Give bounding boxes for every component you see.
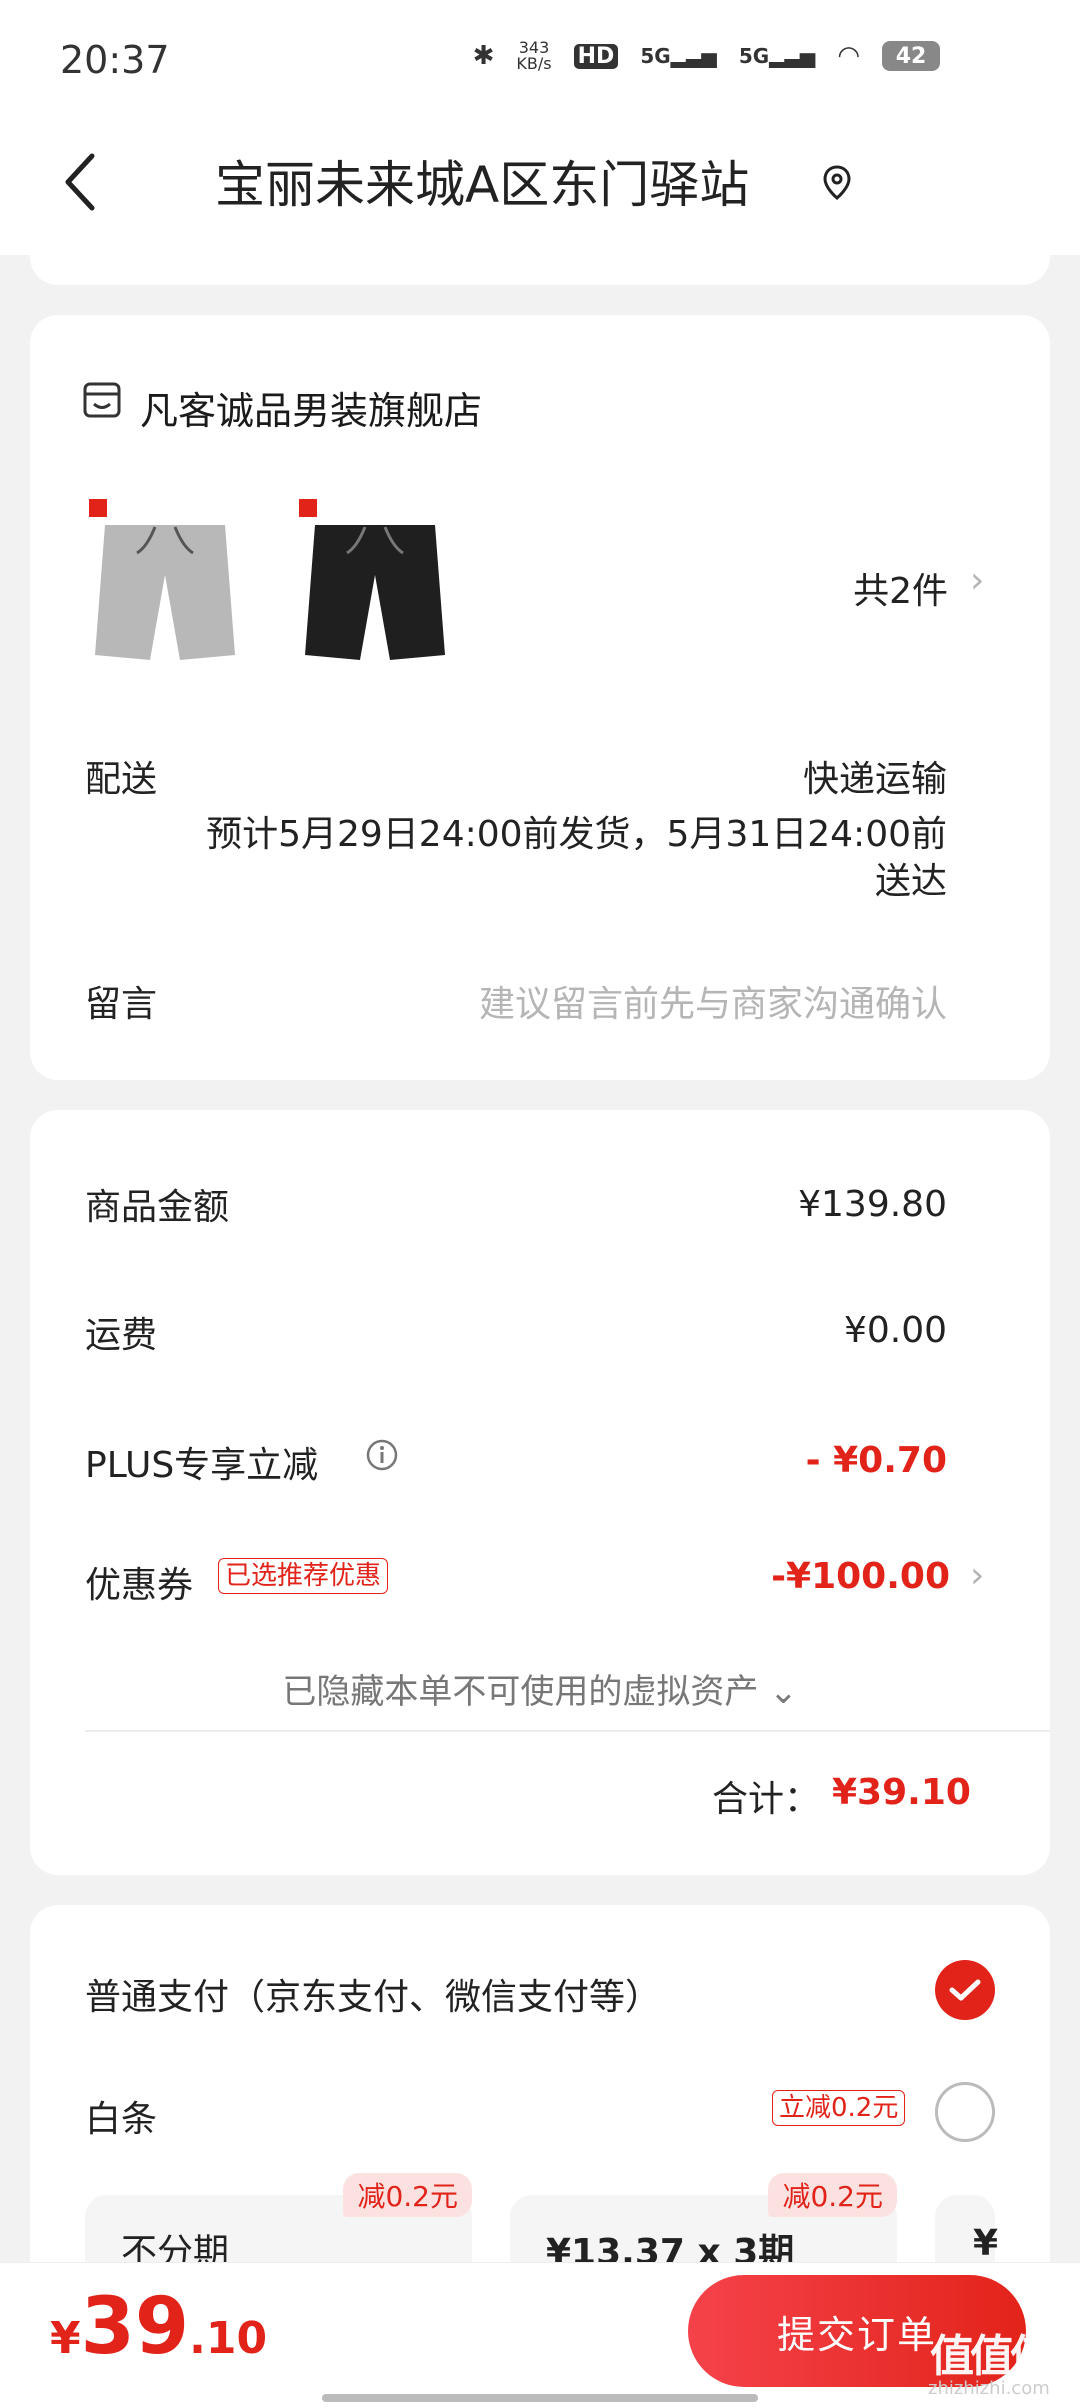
coupon-recommend-badge: 已选推荐优惠 [218,1558,389,1594]
coupon-value[interactable]: -¥100.00 [771,1556,950,1597]
total-value: ¥39.10 [832,1772,971,1813]
hd-icon: HD [573,43,619,69]
shorts-black-shape [305,525,445,660]
installment-tag: 减0.2元 [768,2173,897,2217]
chevron-left-icon [65,153,95,211]
price-currency: ¥ [50,2313,81,2364]
plus-discount-value: - ¥0.70 [805,1440,947,1481]
installment-label: ¥ [973,2223,999,2264]
shipping-value: ¥0.00 [843,1310,947,1351]
store-icon [82,380,122,424]
chevron-down-icon: ⌄ [758,1672,798,1712]
shop-name[interactable]: 凡客诚品男装旗舰店 [140,380,482,435]
address-card-bottom [30,255,1050,285]
network-speed: 343 KB/s [516,38,552,73]
total-label: 合计： [712,1779,821,1820]
battery-icon: 42 [882,41,940,71]
message-input[interactable]: 建议留言前先与商家沟通确认 [479,975,947,1027]
info-icon[interactable] [365,1438,399,1476]
status-icons: ✱ 343 KB/s HD 5G▂▃▅ 5G▂▃▅ ◠ 42 [473,40,940,72]
page-title: 宝丽未来城A区东门驿站 [215,156,750,214]
checkmark-icon [949,1979,981,2001]
signal-icon-1: 5G▂▃▅ [640,44,717,68]
pay-price: ¥39.10 [50,2282,267,2372]
normal-payment-radio[interactable] [935,1960,995,2020]
price-integer: 39 [80,2282,190,2372]
location-button[interactable] [822,164,852,204]
delivery-method[interactable]: 快递运输 [803,750,947,802]
price-decimal: .10 [189,2313,268,2364]
message-label: 留言 [85,984,158,1025]
hidden-assets-toggle[interactable]: 已隐藏本单不可使用的虚拟资产 ⌄ [0,1664,1080,1713]
status-time: 20:37 [60,38,170,82]
watermark-site: zhizhizhi.com [928,2378,1050,2399]
delivery-note-line2: 送达 [874,861,947,902]
divider [85,1730,1050,1732]
installment-tag: 减0.2元 [343,2173,472,2217]
goods-amount-label: 商品金额 [85,1187,230,1228]
chevron-right-icon[interactable]: › [970,560,984,601]
product-thumbnail-2[interactable] [295,495,455,665]
wifi-icon: ◠ [837,41,860,71]
baitiao-radio[interactable] [935,2082,995,2142]
coupon-label: 优惠券 [85,1565,194,1606]
chevron-right-icon[interactable]: › [970,1555,984,1596]
shorts-grey-shape [95,525,235,660]
bluetooth-icon: ✱ [472,41,495,71]
normal-payment-label[interactable]: 普通支付（京东支付、微信支付等） [85,1968,661,2020]
baitiao-discount-badge: 立减0.2元 [772,2090,906,2126]
plus-discount-label: PLUS专享立减 [85,1445,319,1486]
delivery-label: 配送 [85,759,158,800]
shipping-label: 运费 [85,1315,158,1356]
goods-amount-value: ¥139.80 [798,1184,947,1225]
signal-icon-2: 5G▂▃▅ [738,44,816,68]
baitiao-label[interactable]: 白条 [85,2090,157,2142]
product-thumbnail-1[interactable] [85,495,245,665]
item-count[interactable]: 共2件 [853,562,948,614]
watermark-logo: 值值值 [930,2331,1054,2382]
location-pin-icon [823,165,851,200]
back-button[interactable] [60,150,100,225]
home-indicator[interactable] [322,2394,758,2402]
delivery-note-line1: 预计5月29日24:00前发货，5月31日24:00前 [206,814,947,855]
